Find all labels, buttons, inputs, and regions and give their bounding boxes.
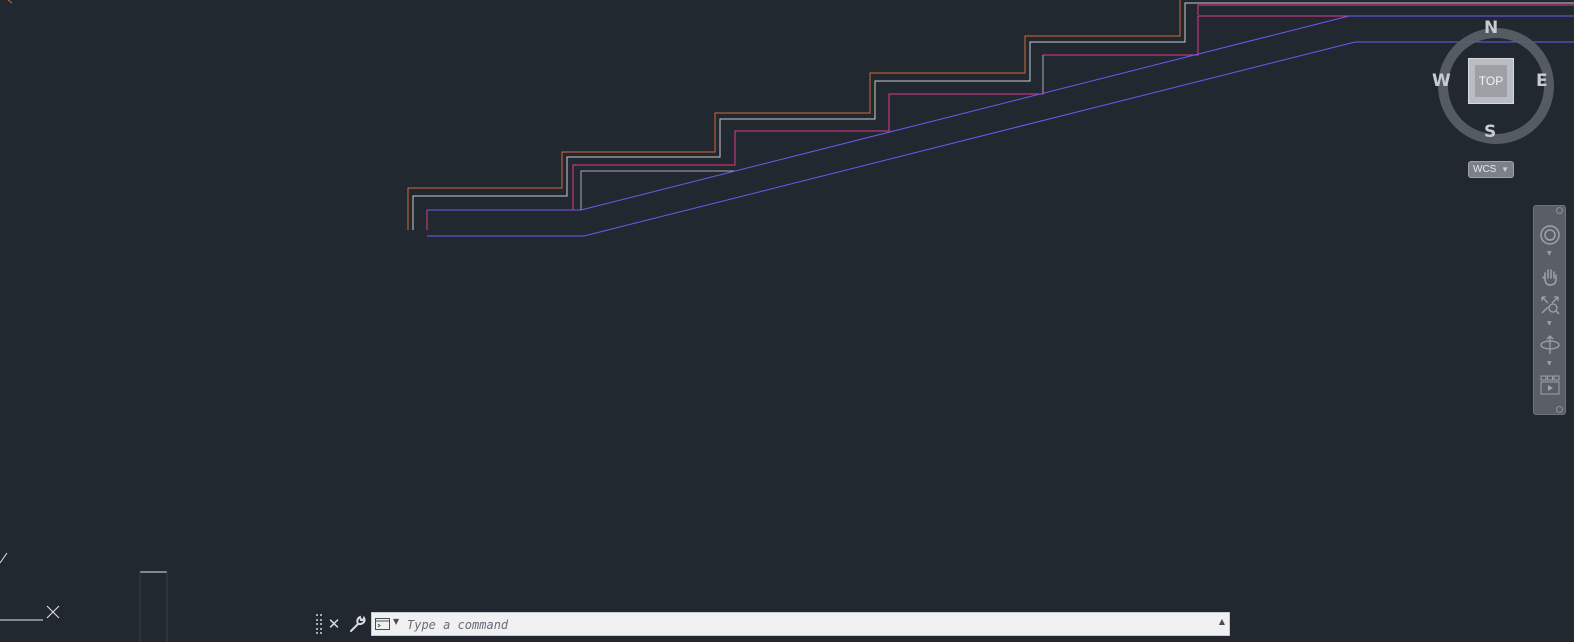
navbar-customize-icon[interactable] (1556, 406, 1563, 413)
autocad-window: N S W E TOP WCS ▼ ▼ ▼ ▼ ✕ ▼ Type a comma… (0, 0, 1574, 642)
chevron-down-icon: ▼ (1501, 165, 1509, 174)
viewcube-face-label[interactable]: TOP (1475, 65, 1507, 97)
viewcube-face[interactable]: TOP (1468, 58, 1514, 104)
magenta-top-line[interactable] (1197, 4, 1574, 15)
chevron-down-icon[interactable]: ▼ (1547, 360, 1552, 367)
pan-hand-icon (1541, 268, 1557, 286)
chevron-down-icon[interactable]: ▼ (393, 617, 399, 626)
ucs-icon (0, 552, 60, 621)
navigation-bar[interactable]: ▼ ▼ ▼ (1533, 205, 1566, 415)
ucs-menu-button[interactable]: WCS ▼ (1468, 161, 1514, 178)
blue-stair-waist-top[interactable] (427, 15, 1574, 211)
chevron-up-icon[interactable]: ▲ (1219, 617, 1225, 626)
orbit-icon (1539, 334, 1560, 354)
showmotion-icon (1540, 375, 1559, 394)
compass-north-label[interactable]: N (1484, 20, 1498, 37)
top-left-mark (7, 0, 13, 4)
zoom-extents-button[interactable] (1537, 292, 1562, 317)
model-space-canvas[interactable] (0, 0, 1574, 642)
command-line-customize-button[interactable] (347, 614, 367, 634)
pan-button[interactable] (1537, 264, 1562, 289)
steering-wheel-icon (1539, 224, 1560, 245)
command-prompt-icon[interactable] (375, 618, 390, 630)
steering-wheel-button[interactable] (1537, 222, 1562, 247)
compass-west-label[interactable]: W (1432, 73, 1451, 90)
showmotion-button[interactable] (1537, 372, 1562, 397)
wrench-icon (350, 615, 366, 632)
compass-east-label[interactable]: E (1536, 73, 1548, 90)
compass-south-label[interactable]: S (1484, 124, 1496, 141)
viewcube[interactable]: N S W E TOP (1432, 18, 1554, 148)
orbit-button[interactable] (1537, 332, 1562, 357)
command-line-close-button[interactable]: ✕ (324, 614, 344, 634)
grey-stair-line[interactable] (412, 2, 1574, 230)
close-icon: ✕ (327, 614, 341, 633)
viewport-fragment-sides (139, 572, 168, 642)
magenta-stair-line[interactable] (426, 15, 1349, 230)
blue-stair-waist-bottom[interactable] (427, 41, 1574, 237)
navbar-close-icon[interactable] (1556, 207, 1563, 214)
command-line[interactable]: ▼ ▲ (371, 612, 1230, 636)
chevron-down-icon[interactable]: ▼ (1547, 320, 1552, 327)
command-input[interactable] (405, 615, 1209, 635)
command-line-grip[interactable] (316, 614, 322, 634)
ucs-menu-label: WCS (1473, 164, 1497, 175)
zoom-extents-icon (1540, 295, 1560, 315)
chevron-down-icon[interactable]: ▼ (1547, 250, 1552, 257)
